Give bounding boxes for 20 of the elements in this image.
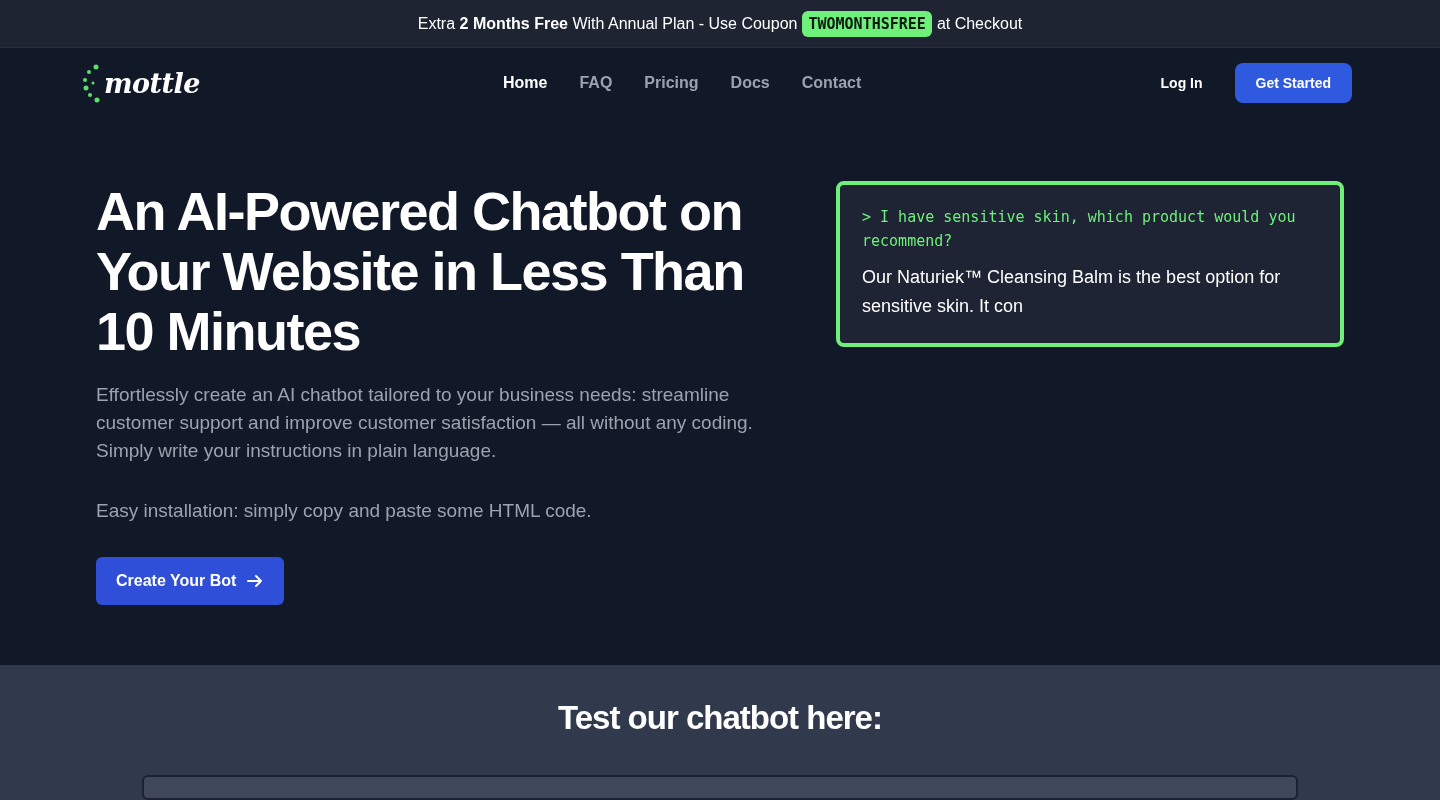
logo[interactable]: mottle	[82, 63, 482, 103]
hero-heading: An AI-Powered Chatbot on Your Website in Less Than 10 Minutes	[96, 181, 745, 361]
section-heading: Test our chatbot here:	[558, 699, 882, 737]
get-started-button[interactable]: Get Started	[1234, 63, 1352, 103]
arrow-right-icon	[246, 572, 265, 590]
promo-text: at Checkout	[936, 14, 1023, 33]
bot-answer: Our Naturiek™ Cleansing Balm is the best option for sensitive skin. It con	[862, 266, 1282, 318]
installation-note: Easy installation: simply copy and paste some HTML code.	[96, 499, 593, 523]
nav-link[interactable]: Home	[503, 74, 548, 92]
nav-link[interactable]: FAQ	[579, 74, 613, 92]
login-link[interactable]: Log In	[1160, 75, 1203, 91]
nav-link[interactable]: Pricing	[644, 74, 699, 92]
nav-link[interactable]: Contact	[801, 74, 862, 92]
coupon-code: TWOMONTHSFREE	[802, 10, 932, 37]
create-bot-button[interactable]: Create Your Bot	[96, 557, 285, 605]
user-question: > I have sensitive skin, which product would you recommend?	[862, 207, 1297, 252]
hero-description: Effortlessly create an AI chatbot tailored to your business needs: streamline customer support and improve customer satisfaction — all without any coding. Simply write your instructions in plain language.	[96, 383, 754, 463]
logo-text: mottle	[104, 67, 200, 99]
promo-text: Extra 2 Months Free With Annual Plan - Use Coupon	[417, 14, 798, 33]
nav-link[interactable]: Docs	[730, 74, 770, 92]
